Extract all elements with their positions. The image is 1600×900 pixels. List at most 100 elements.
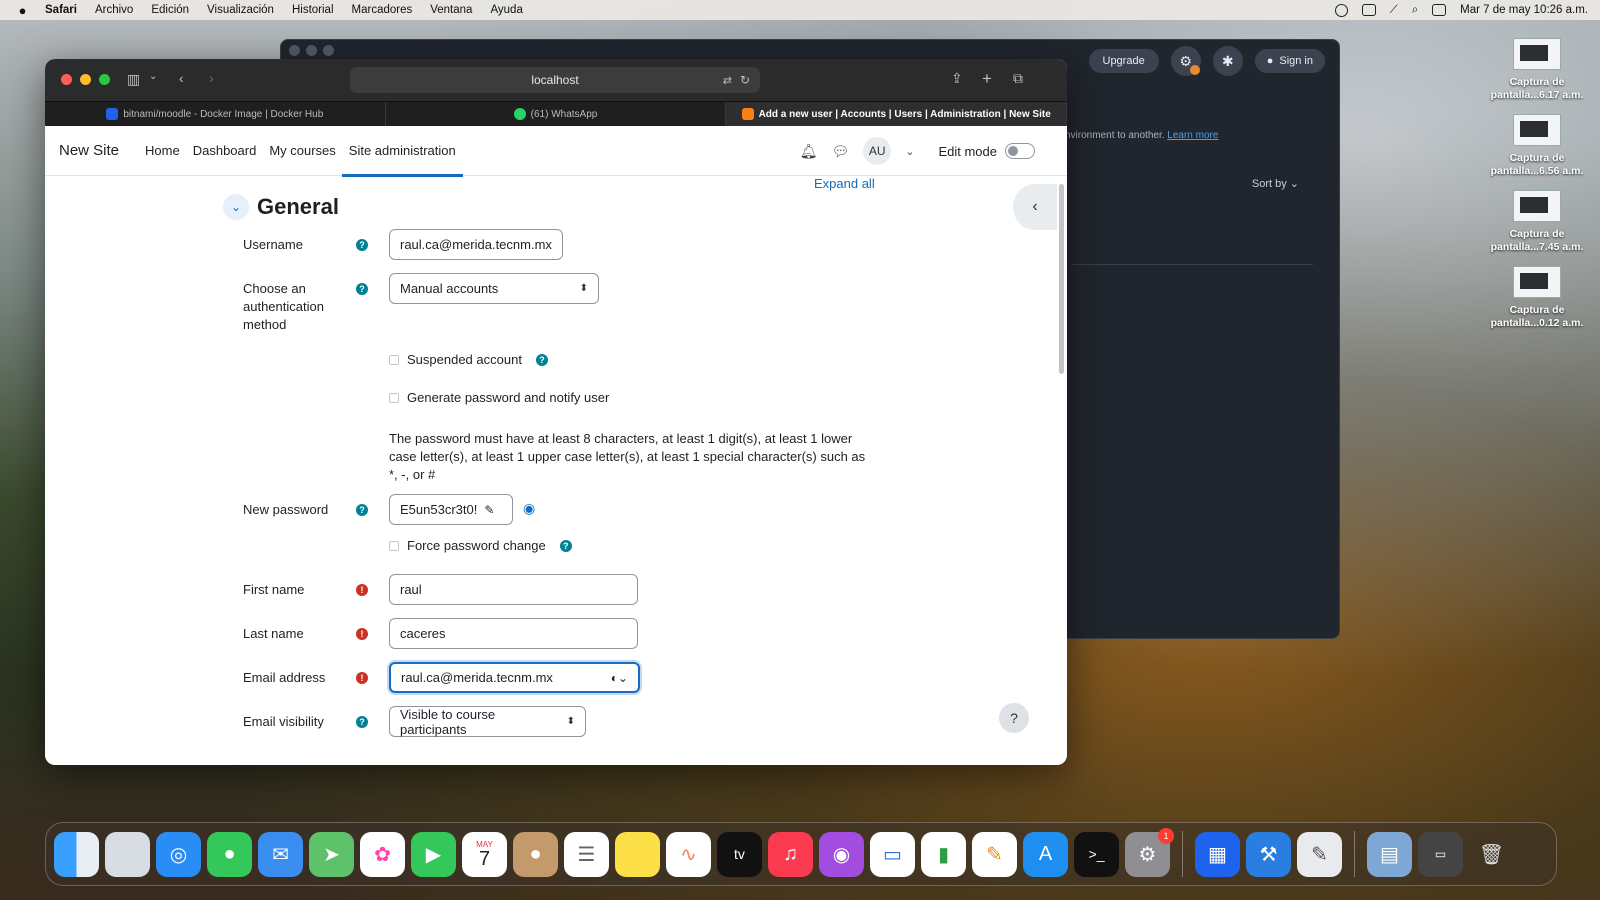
messages-icon[interactable]: 💬︎ [831, 143, 849, 160]
photos-icon[interactable]: ✿ [360, 831, 405, 877]
screen-mirroring-icon[interactable] [1361, 4, 1376, 16]
terminal-icon[interactable]: >_ [1074, 831, 1119, 877]
new-tab-icon[interactable]: + [982, 69, 992, 89]
help-question-icon[interactable]: ? [356, 716, 368, 728]
nav-dashboard[interactable]: Dashboard [193, 126, 257, 176]
translate-icon[interactable]: ⇄ [723, 74, 732, 87]
docker-icon[interactable]: ▦ [1195, 831, 1240, 877]
spotlight-search-icon[interactable]: ⌕ [1412, 4, 1418, 17]
new-password-field[interactable]: E5un53cr3t0! ✎ [389, 494, 513, 525]
desktop-file-screenshot-2[interactable]: Captura de pantalla...6.56 a.m. [1482, 114, 1592, 178]
tab-add-new-user[interactable]: Add a new user | Accounts | Users | Admi… [726, 102, 1067, 126]
safari-window[interactable]: ▥ ⌄ ‹ › localhost ⇄ ↻ ⇪ + ⧉ bitnami/mood… [45, 59, 1067, 765]
menu-app-safari[interactable]: Safari [45, 4, 77, 16]
control-center-icon[interactable] [1432, 4, 1447, 16]
chevron-down-icon[interactable]: ⌄ [905, 145, 914, 158]
generate-password-checkbox[interactable] [389, 392, 399, 403]
help-footer-button[interactable]: ? [999, 703, 1029, 733]
recent-window-icon[interactable]: ▭ [1418, 831, 1463, 877]
freeform-icon[interactable]: ∿ [666, 831, 711, 877]
menu-historial[interactable]: Historial [292, 4, 334, 16]
upgrade-button[interactable]: Upgrade [1088, 49, 1159, 73]
back-icon[interactable]: ‹ [179, 70, 184, 86]
apple-tv-icon[interactable]: tv [717, 831, 762, 877]
drawer-toggle-chevron-left-icon[interactable]: ‹ [1013, 184, 1057, 230]
suspended-checkbox[interactable] [389, 354, 399, 365]
forward-icon[interactable]: › [209, 70, 214, 86]
podcasts-icon[interactable]: ◉ [819, 831, 864, 877]
help-question-icon[interactable]: ? [356, 504, 368, 516]
textedit-icon[interactable]: ✎ [1297, 831, 1342, 877]
help-question-icon[interactable]: ? [356, 239, 368, 251]
nav-my-courses[interactable]: My courses [269, 126, 335, 176]
help-question-icon[interactable]: ? [356, 283, 368, 295]
settings-gear-icon[interactable]: ⚙ [1170, 46, 1201, 76]
menu-edicion[interactable]: Edición [151, 4, 189, 16]
nav-site-administration[interactable]: Site administration [341, 126, 463, 177]
apple-icon[interactable]: ● [0, 3, 45, 18]
reload-icon[interactable]: ↻ [740, 73, 750, 87]
calendar-icon[interactable]: MAY 7 [462, 831, 507, 877]
sidebar-toggle-icon[interactable]: ▥ [127, 71, 140, 88]
desktop-file-screenshot-3[interactable]: Captura de pantalla...7.45 a.m. [1482, 190, 1592, 254]
system-settings-icon[interactable]: ⚙ 1 [1125, 827, 1174, 877]
messages-app-icon[interactable]: ● [207, 831, 252, 877]
bug-icon[interactable]: ✱ [1212, 46, 1243, 76]
cloud-status-icon[interactable] [1334, 3, 1348, 17]
downloads-folder-icon[interactable]: ▤ [1367, 831, 1412, 877]
auth-method-select[interactable]: Manual accounts [389, 273, 599, 304]
music-icon[interactable]: ♫ [768, 831, 813, 877]
autofill-contact-icon[interactable]: ◐⌄ [611, 671, 628, 685]
xcode-icon[interactable]: ⚒ [1246, 831, 1291, 877]
edit-mode-toggle[interactable] [1005, 143, 1035, 159]
page-scrollbar[interactable] [1059, 184, 1064, 374]
chevron-down-icon[interactable]: ⌄ [149, 71, 157, 82]
desktop-file-screenshot-4[interactable]: Captura de pantalla...0.12 a.m. [1482, 266, 1592, 330]
pencil-edit-icon[interactable]: ✎ [484, 503, 494, 517]
help-question-icon[interactable]: ? [535, 353, 548, 366]
last-name-input[interactable]: caceres [389, 618, 638, 649]
share-icon[interactable]: ⇪ [951, 70, 963, 87]
help-question-icon[interactable]: ? [559, 539, 572, 552]
menu-archivo[interactable]: Archivo [95, 4, 133, 16]
menu-ventana[interactable]: Ventana [430, 4, 472, 16]
learn-more-link[interactable]: Learn more [1167, 130, 1218, 141]
maps-icon[interactable]: ➤ [309, 831, 354, 877]
keynote-icon[interactable]: ▭ [870, 831, 915, 877]
desktop-file-screenshot-1[interactable]: Captura de pantalla...6.17 a.m. [1482, 38, 1592, 102]
sign-in-button[interactable]: ● Sign in [1254, 49, 1325, 73]
first-name-input[interactable]: raul [389, 574, 638, 605]
notes-icon[interactable] [615, 831, 660, 877]
pages-icon[interactable]: ✎ [972, 831, 1017, 877]
wifi-off-icon[interactable]: ⟋ [1390, 4, 1398, 17]
expand-all-link[interactable]: Expand all [814, 176, 875, 191]
close-window-button[interactable] [61, 74, 72, 85]
menu-marcadores[interactable]: Marcadores [352, 4, 413, 16]
app-store-icon[interactable]: A [1023, 831, 1068, 877]
zoom-window-button[interactable] [99, 74, 110, 85]
user-avatar[interactable]: AU [863, 137, 892, 165]
sort-by-dropdown[interactable]: Sort by ⌄ [1252, 177, 1299, 190]
username-input[interactable]: raul.ca@merida.tecnm.mx [389, 229, 563, 260]
menubar-datetime[interactable]: Mar 7 de may 10:26 a.m. [1460, 4, 1588, 16]
minimize-window-button[interactable] [80, 74, 91, 85]
tab-whatsapp[interactable]: (61) WhatsApp [386, 102, 727, 126]
bell-icon[interactable]: 🔔︎ [800, 143, 818, 160]
section-header-general[interactable]: ⌄ General [223, 194, 339, 220]
menu-visualizacion[interactable]: Visualización [207, 4, 274, 16]
finder-icon[interactable] [54, 831, 99, 877]
eye-reveal-icon[interactable]: ◉ [523, 500, 535, 517]
email-input[interactable]: raul.ca@merida.tecnm.mx ◐⌄ [389, 662, 640, 693]
site-name[interactable]: New Site [59, 142, 119, 159]
tab-overview-icon[interactable]: ⧉ [1013, 70, 1023, 87]
nav-home[interactable]: Home [145, 126, 180, 176]
address-bar[interactable]: localhost ⇄ ↻ [350, 67, 760, 93]
tab-docker-hub[interactable]: bitnami/moodle - Docker Image | Docker H… [45, 102, 386, 126]
email-visibility-select[interactable]: Visible to course participants [389, 706, 586, 737]
force-password-change-checkbox[interactable] [389, 540, 399, 551]
chevron-down-icon[interactable]: ⌄ [223, 194, 249, 220]
safari-icon[interactable]: ◎ [156, 831, 201, 877]
numbers-icon[interactable]: ▮ [921, 831, 966, 877]
launchpad-icon[interactable] [105, 831, 150, 877]
contacts-icon[interactable]: ● [513, 831, 558, 877]
